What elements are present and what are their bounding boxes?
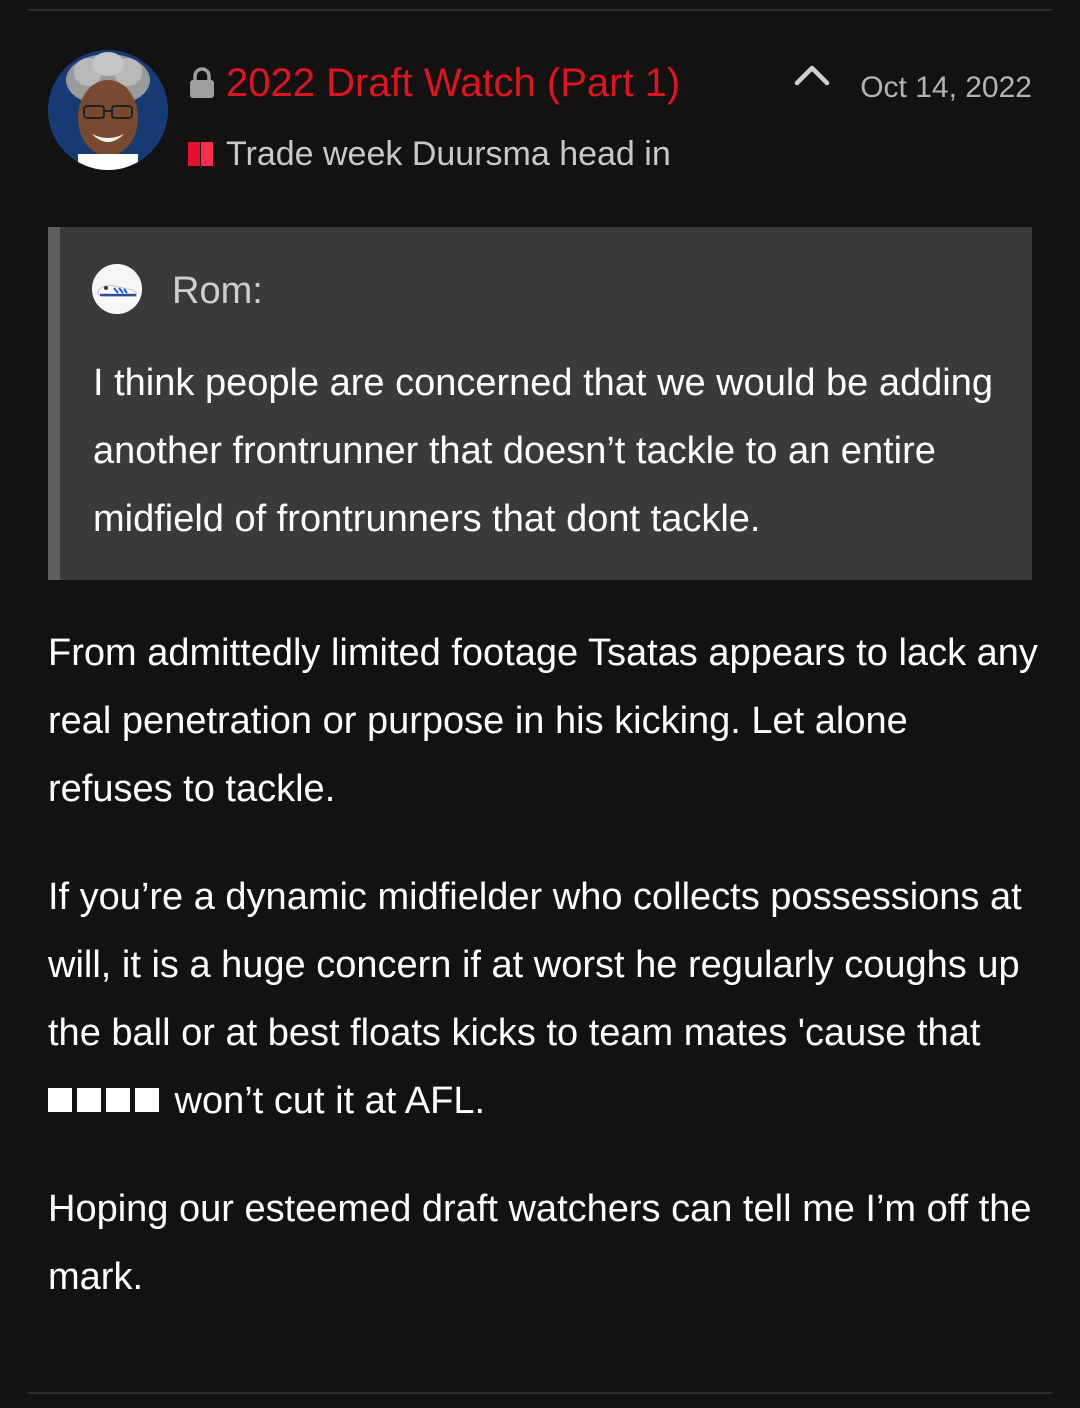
quote-author[interactable]: Rom: [172, 267, 263, 315]
quote-block: Rom: I think people are concerned that w… [48, 227, 1032, 580]
censored-word: ■■■■ [48, 1067, 164, 1135]
lock-icon [188, 67, 216, 99]
post-body: From admittedly limited footage Tsatas a… [48, 619, 1038, 1351]
quote-bar [48, 227, 60, 580]
post-date[interactable]: Oct 14, 2022 [860, 68, 1032, 108]
paragraph-text: If you’re a dynamic midfielder who colle… [48, 876, 1022, 1054]
bottom-divider [28, 1392, 1052, 1394]
paragraph-text: won’t cut it at AFL. [164, 1080, 486, 1122]
thread-subtitle: Trade week Duursma head in [226, 135, 671, 173]
red-prefix-icon [188, 142, 213, 166]
quote-text: I think people are concerned that we wou… [93, 362, 993, 540]
post-paragraph: If you’re a dynamic midfielder who colle… [48, 863, 1038, 1135]
top-divider [28, 9, 1052, 11]
quote-avatar[interactable] [92, 264, 142, 314]
post-paragraph: From admittedly limited footage Tsatas a… [48, 632, 1038, 810]
chevron-up-icon[interactable] [792, 62, 832, 88]
post-header: 2022 Draft Watch (Part 1) Trade week Duu… [48, 48, 1032, 178]
post-paragraph: Hoping our esteemed draft watchers can t… [48, 1188, 1032, 1298]
thread-title[interactable]: 2022 Draft Watch (Part 1) [226, 58, 680, 108]
user-avatar[interactable] [48, 50, 168, 170]
